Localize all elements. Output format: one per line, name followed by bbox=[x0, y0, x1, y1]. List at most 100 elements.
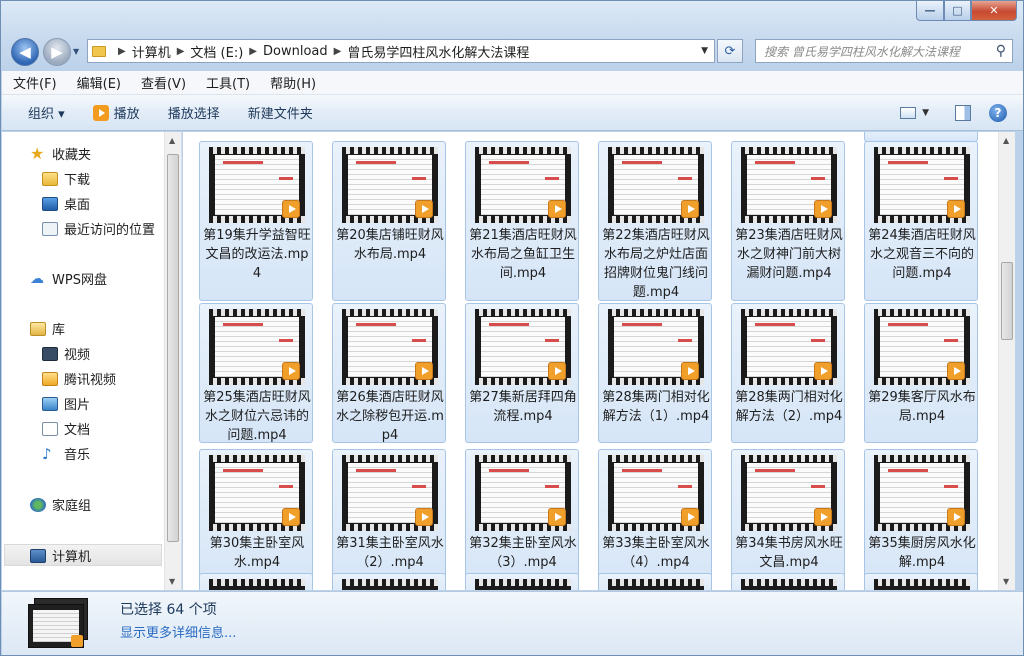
address-bar[interactable]: ▶ 计算机 ▶ 文档 (E:) ▶ Download ▶ 曾氏易学四柱风水化解大… bbox=[87, 39, 715, 63]
chevron-down-icon[interactable]: ▼ bbox=[922, 108, 929, 118]
chevron-right-icon[interactable]: ▶ bbox=[177, 46, 185, 57]
video-thumbnail bbox=[475, 579, 571, 590]
scroll-down-icon[interactable]: ▼ bbox=[1003, 577, 1009, 586]
file-name: 第32集主卧室风水（3）.mp4 bbox=[469, 536, 577, 570]
help-icon[interactable]: ? bbox=[989, 104, 1007, 122]
scroll-down-icon[interactable]: ▼ bbox=[169, 577, 175, 586]
chevron-right-icon[interactable]: ▶ bbox=[334, 46, 342, 57]
file-tile[interactable]: 第34集书房风水旺文昌.mp4 bbox=[731, 449, 845, 589]
chevron-right-icon[interactable]: ▶ bbox=[249, 46, 257, 57]
nav-wps[interactable]: ☁ WPS网盘 bbox=[30, 269, 107, 289]
file-name: 第19集升学益智旺文昌的改运法.mp4 bbox=[203, 228, 311, 281]
tencent-video-icon bbox=[42, 371, 58, 386]
selection-count: 已选择 64 个项 bbox=[120, 602, 217, 618]
file-name: 第34集书房风水旺文昌.mp4 bbox=[735, 536, 843, 570]
video-thumbnail bbox=[874, 579, 970, 590]
nav-documents[interactable]: 文档 bbox=[42, 419, 90, 438]
file-tile-partial[interactable] bbox=[598, 573, 712, 590]
chevron-right-icon[interactable]: ▶ bbox=[118, 46, 126, 57]
breadcrumb-computer[interactable]: 计算机 bbox=[132, 42, 171, 61]
forward-button[interactable]: ▶ bbox=[43, 38, 71, 66]
nav-library[interactable]: 库 bbox=[30, 319, 65, 338]
search-input[interactable]: 搜索 曾氏易学四柱风水化解大法课程 ⚲ bbox=[755, 39, 1013, 63]
video-thumbnail bbox=[342, 579, 438, 590]
file-name: 第31集主卧室风水（2）.mp4 bbox=[336, 536, 444, 570]
file-tile[interactable]: 第31集主卧室风水（2）.mp4 bbox=[332, 449, 446, 589]
address-dropdown-icon[interactable]: ▼ bbox=[701, 46, 708, 56]
file-tile-partial[interactable] bbox=[332, 573, 446, 590]
file-tile[interactable]: 第21集酒店旺财风水布局之鱼缸卫生间.mp4 bbox=[465, 141, 579, 301]
file-tile[interactable]: 第29集客厅风水布局.mp4 bbox=[864, 303, 978, 443]
file-tile[interactable]: 第25集酒店旺财风水之财位六忌讳的问题.mp4 bbox=[199, 303, 313, 443]
menu-tools[interactable]: 工具(T) bbox=[197, 73, 259, 92]
nav-downloads[interactable]: 下载 bbox=[42, 169, 90, 188]
menu-help[interactable]: 帮助(H) bbox=[261, 73, 325, 92]
scroll-up-icon[interactable]: ▲ bbox=[169, 136, 175, 145]
organize-button[interactable]: 组织 ▾ bbox=[28, 103, 65, 122]
show-more-details-link[interactable]: 显示更多详细信息... bbox=[120, 622, 236, 641]
nav-scrollbar[interactable]: ▲ ▼ bbox=[164, 132, 181, 590]
breadcrumb-current-folder[interactable]: 曾氏易学四柱风水化解大法课程 bbox=[347, 42, 529, 61]
nav-tencent-video[interactable]: 腾讯视频 bbox=[42, 369, 116, 388]
video-play-icon bbox=[415, 362, 433, 380]
file-tile[interactable]: 第35集厨房风水化解.mp4 bbox=[864, 449, 978, 589]
video-play-icon bbox=[814, 508, 832, 526]
change-view-icon[interactable] bbox=[900, 107, 917, 119]
back-button[interactable]: ◀ bbox=[11, 38, 39, 66]
content-scrollbar[interactable]: ▲ ▼ bbox=[998, 132, 1015, 590]
search-placeholder: 搜索 曾氏易学四柱风水化解大法课程 bbox=[764, 44, 960, 59]
breadcrumb-drive[interactable]: 文档 (E:) bbox=[190, 42, 243, 61]
file-tile-partial[interactable] bbox=[199, 573, 313, 590]
file-name: 第21集酒店旺财风水布局之鱼缸卫生间.mp4 bbox=[469, 228, 577, 281]
scroll-up-icon[interactable]: ▲ bbox=[1003, 136, 1009, 145]
play-button[interactable]: 播放 bbox=[92, 103, 140, 122]
file-tile[interactable]: 第28集两门相对化解方法（1）.mp4 bbox=[598, 303, 712, 443]
file-tile[interactable]: 第24集酒店旺财风水之观音三不向的问题.mp4 bbox=[864, 141, 978, 301]
file-tile[interactable]: 第28集两门相对化解方法（2）.mp4 bbox=[731, 303, 845, 443]
minimize-button[interactable]: — bbox=[916, 1, 944, 21]
menu-file[interactable]: 文件(F) bbox=[4, 73, 66, 92]
play-icon bbox=[92, 104, 109, 121]
star-icon: ★ bbox=[30, 143, 45, 163]
nav-desktop[interactable]: 桌面 bbox=[42, 194, 90, 213]
nav-scroll-thumb[interactable] bbox=[167, 154, 179, 542]
file-tile-partial[interactable] bbox=[731, 573, 845, 590]
new-folder-button[interactable]: 新建文件夹 bbox=[248, 103, 313, 122]
nav-computer[interactable]: 计算机 bbox=[30, 546, 91, 565]
nav-recent[interactable]: 最近访问的位置 bbox=[42, 219, 155, 238]
menu-view[interactable]: 查看(V) bbox=[132, 73, 195, 92]
nav-homegroup[interactable]: 家庭组 bbox=[30, 495, 91, 514]
refresh-button[interactable]: ⟳ bbox=[717, 39, 743, 63]
file-tile[interactable]: 第26集酒店旺财风水之除秽包开运.mp4 bbox=[332, 303, 446, 443]
file-tile[interactable]: 第23集酒店旺财风水之财神门前大树漏财问题.mp4 bbox=[731, 141, 845, 301]
nav-favorites[interactable]: ★ 收藏夹 bbox=[30, 144, 91, 163]
file-tile[interactable]: 第20集店铺旺财风水布局.mp4 bbox=[332, 141, 446, 301]
nav-video[interactable]: 视频 bbox=[42, 344, 90, 363]
preview-pane-icon[interactable] bbox=[955, 105, 971, 121]
video-play-icon bbox=[548, 200, 566, 218]
file-tile[interactable]: 第19集升学益智旺文昌的改运法.mp4 bbox=[199, 141, 313, 301]
maximize-button[interactable]: □ bbox=[944, 1, 971, 21]
file-name: 第28集两门相对化解方法（2）.mp4 bbox=[735, 390, 843, 424]
search-icon[interactable]: ⚲ bbox=[996, 43, 1006, 59]
nav-pictures[interactable]: 图片 bbox=[42, 394, 90, 413]
file-tile[interactable]: 第27集新居拜四角流程.mp4 bbox=[465, 303, 579, 443]
download-folder-icon bbox=[42, 171, 58, 186]
nav-label: 图片 bbox=[64, 398, 91, 413]
breadcrumb-download[interactable]: Download bbox=[263, 44, 328, 59]
play-selection-label: 播放选择 bbox=[167, 107, 220, 122]
cloud-icon: ☁ bbox=[30, 270, 44, 287]
close-button[interactable]: ✕ bbox=[971, 1, 1017, 21]
file-tile-partial[interactable] bbox=[465, 573, 579, 590]
file-tile[interactable]: 第30集主卧室风水.mp4 bbox=[199, 449, 313, 589]
recent-pages-dropdown[interactable]: ▼ bbox=[73, 47, 79, 56]
menu-edit[interactable]: 编辑(E) bbox=[68, 73, 130, 92]
file-tile-partial[interactable] bbox=[864, 573, 978, 590]
nav-label: 视频 bbox=[64, 348, 91, 363]
file-tile[interactable]: 第22集酒店旺财风水布局之炉灶店面招牌财位鬼门线问题.mp4 bbox=[598, 141, 712, 301]
play-selection-button[interactable]: 播放选择 bbox=[168, 103, 220, 122]
nav-music[interactable]: ♪ 音乐 bbox=[42, 444, 90, 464]
file-tile[interactable]: 第32集主卧室风水（3）.mp4 bbox=[465, 449, 579, 589]
content-scroll-thumb[interactable] bbox=[1001, 262, 1013, 340]
file-tile[interactable]: 第33集主卧室风水（4）.mp4 bbox=[598, 449, 712, 589]
